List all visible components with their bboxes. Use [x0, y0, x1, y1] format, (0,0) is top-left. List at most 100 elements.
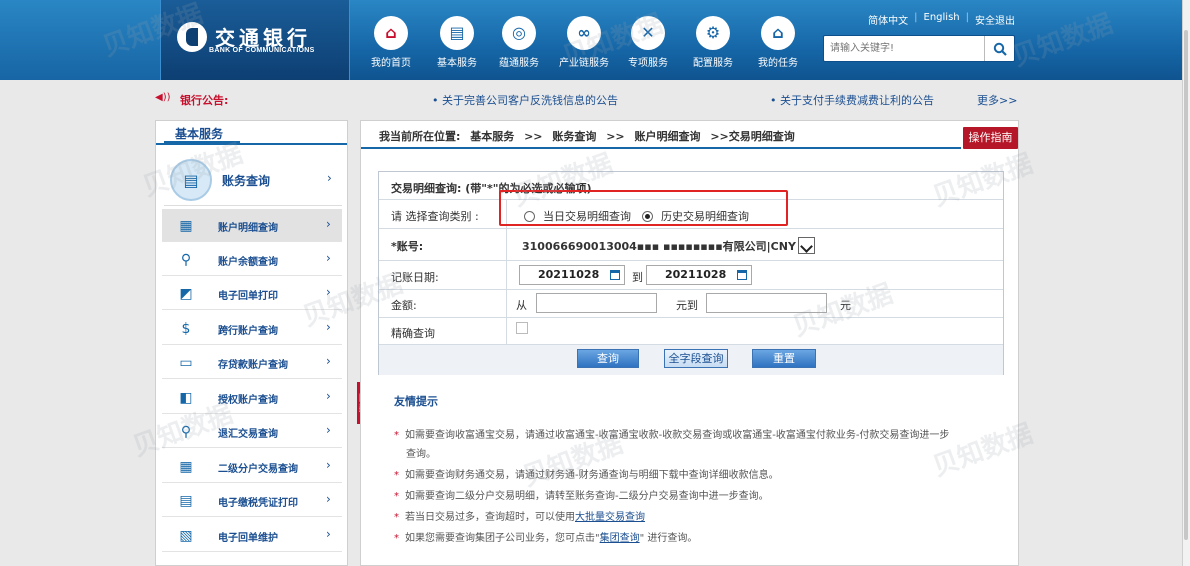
breadcrumb-account-query[interactable]: 账务查询: [552, 130, 596, 143]
search-icon: [993, 42, 1007, 56]
sidebar-item-label: 电子缴税凭证打印: [218, 498, 298, 509]
sidebar-group-label: 账务查询: [222, 174, 271, 188]
sidebar-item-authorized[interactable]: ◧ 授权账户查询 ›: [162, 381, 342, 414]
notice-title: 银行公告:: [180, 94, 229, 107]
nav-yuntong-service[interactable]: ◎ 蕴通服务: [489, 16, 549, 76]
date-from-input[interactable]: 20211028: [519, 265, 625, 285]
sidebar-item-balance[interactable]: ⚲ 账户余额查询 ›: [162, 243, 342, 276]
sidebar-group-account-query[interactable]: ▤ 账务查询 ›: [164, 154, 342, 206]
chevron-right-icon: ›: [326, 527, 331, 541]
tip-text: 若当日交易过多，查询超时，可以使用: [405, 512, 575, 523]
nav-my-home[interactable]: ⌂ 我的首页: [361, 16, 421, 76]
sidebar-item-label: 账户明细查询: [218, 223, 278, 234]
type-label: 请 选择查询类别 :: [391, 210, 479, 223]
notice-link-aml[interactable]: • 关于完善公司客户反洗钱信息的公告: [432, 92, 618, 108]
nav-industry-chain[interactable]: ∞ 产业链服务: [554, 16, 614, 76]
nav-special-service[interactable]: ✕ 专项服务: [618, 16, 678, 76]
tip-item: * 如需要查询二级分户交易明细，请转至账务查询-二级分户交易查询中进一步查询。: [394, 488, 994, 505]
bullet-icon: *: [394, 533, 399, 544]
chevron-down-icon[interactable]: [797, 237, 815, 254]
top-links: 简体中文 | English | 安全退出: [868, 12, 1015, 27]
query-button[interactable]: 查询: [577, 349, 639, 368]
sidebar-item-sub-account[interactable]: ▦ 二级分户交易查询 ›: [162, 450, 342, 483]
amount-to-input[interactable]: [706, 293, 827, 313]
account-label: *账号:: [391, 240, 424, 253]
bulk-query-link[interactable]: 大批量交易查询: [575, 512, 645, 523]
tools-icon: ✕: [631, 16, 665, 50]
refund-search-icon: ⚲: [180, 424, 192, 440]
breadcrumb-prefix: 我当前所在位置:: [379, 130, 461, 143]
chevron-right-icon: ›: [326, 354, 331, 368]
breadcrumb-account-detail[interactable]: 账户明细查询: [635, 130, 701, 143]
lang-en-link[interactable]: English: [924, 12, 960, 27]
swirl-icon: ◎: [502, 16, 536, 50]
tip-text: 如果您需要查询集团子公司业务，您可点击": [405, 533, 600, 544]
chevron-right-icon: ›: [326, 458, 331, 472]
exact-query-checkbox[interactable]: [516, 322, 528, 334]
breadcrumb-sep: >>: [606, 130, 625, 143]
sidebar-item-receipt-maintain[interactable]: ▧ 电子回单维护 ›: [162, 519, 342, 552]
sidebar-item-account-detail[interactable]: ▦ 账户明细查询 ›: [162, 209, 342, 242]
sidebar-header: 基本服务: [156, 121, 347, 145]
date-to-value: 20211028: [665, 268, 727, 281]
date-to-input[interactable]: 20211028: [646, 265, 752, 285]
highlight-box: [499, 190, 788, 226]
sidebar-item-cross-bank[interactable]: $ 跨行账户查询 ›: [162, 312, 342, 345]
bank-logo[interactable]: 交通银行 BANK OF COMMUNICATIONS: [160, 0, 350, 80]
notice-more-link[interactable]: 更多>>: [977, 92, 1017, 108]
tip-item: * 如果您需要查询集团子公司业务，您可点击"集团查询" 进行查询。: [394, 530, 994, 547]
authorized-account-icon: ◧: [179, 390, 193, 406]
account-select[interactable]: 310066690013004▪▪▪ ▪▪▪▪▪▪▪▪有限公司|CNY: [522, 237, 815, 254]
date-from-value: 20211028: [538, 268, 600, 281]
breadcrumb-current: >>交易明细查询: [710, 130, 795, 143]
calendar-icon[interactable]: [610, 270, 620, 280]
form-row-date: 记账日期: 20211028 到 20211028: [379, 261, 1003, 290]
screen-icon: ▤: [440, 16, 474, 50]
speaker-icon: ◀)): [155, 92, 171, 103]
sidebar-item-tax-voucher[interactable]: ▤ 电子缴税凭证打印 ›: [162, 484, 342, 517]
calendar-icon[interactable]: [737, 270, 747, 280]
breadcrumb-basic[interactable]: 基本服务: [470, 130, 514, 143]
sidebar-item-label: 电子回单打印: [218, 291, 278, 302]
nav-config-service[interactable]: ⚙ 配置服务: [683, 16, 743, 76]
sidebar-item-refund[interactable]: ⚲ 退汇交易查询 ›: [162, 415, 342, 448]
search-button[interactable]: [984, 36, 1014, 61]
sidebar-item-label: 跨行账户查询: [218, 326, 278, 337]
lang-cn-link[interactable]: 简体中文: [868, 12, 908, 27]
operation-guide-button[interactable]: 操作指南: [963, 127, 1018, 149]
chevron-right-icon: ›: [326, 251, 331, 265]
sidebar-item-label: 退汇交易查询: [218, 429, 278, 440]
fulltext-query-button[interactable]: 全字段查询: [664, 349, 728, 368]
exact-label: 精确查询: [391, 327, 435, 340]
amount-from-input[interactable]: [536, 293, 657, 313]
house-task-icon: ⌂: [761, 16, 795, 50]
sidebar-item-deposit-loan[interactable]: ▭ 存贷款账户查询 ›: [162, 346, 342, 379]
deposit-loan-icon: ▭: [179, 355, 193, 371]
group-query-link[interactable]: 集团查询: [600, 533, 640, 544]
notice-link-fee[interactable]: • 关于支付手续费减费让利的公告: [770, 92, 934, 108]
nav-label: 产业链服务: [559, 58, 609, 69]
bullet-icon: *: [394, 470, 399, 481]
divider: [361, 147, 961, 149]
search-input[interactable]: [824, 36, 984, 61]
scrollbar-thumb[interactable]: [1184, 30, 1188, 540]
logout-link[interactable]: 安全退出: [975, 12, 1015, 27]
account-query-icon: ▤: [170, 159, 212, 201]
scrollbar-track[interactable]: [1182, 0, 1190, 566]
nav-my-tasks[interactable]: ⌂ 我的任务: [748, 16, 808, 76]
chevron-right-icon: ›: [326, 320, 331, 334]
form-row-exact: 精确查询: [379, 318, 1003, 344]
link-icon: ∞: [567, 16, 601, 50]
sidebar-item-receipt-print[interactable]: ◩ 电子回单打印 ›: [162, 277, 342, 310]
sidebar-title-underline: [164, 141, 240, 144]
sidebar: 基本服务 ▤ 账务查询 › ▦ 账户明细查询 › ⚲ 账户余额查询 › ◩ 电子…: [155, 120, 348, 566]
tip-text: 如需要查询二级分户交易明细，请转至账务查询-二级分户交易查询中进一步查询。: [405, 491, 769, 502]
reset-button[interactable]: 重置: [752, 349, 816, 368]
amount-to-label: 元到: [676, 299, 698, 312]
nav-basic-service[interactable]: ▤ 基本服务: [427, 16, 487, 76]
chevron-right-icon: ›: [326, 285, 331, 299]
header-left-band: [0, 0, 160, 80]
balance-search-icon: ⚲: [180, 252, 192, 268]
breadcrumb-sep: >>: [524, 130, 543, 143]
bank-logo-mark-icon: [177, 22, 207, 52]
